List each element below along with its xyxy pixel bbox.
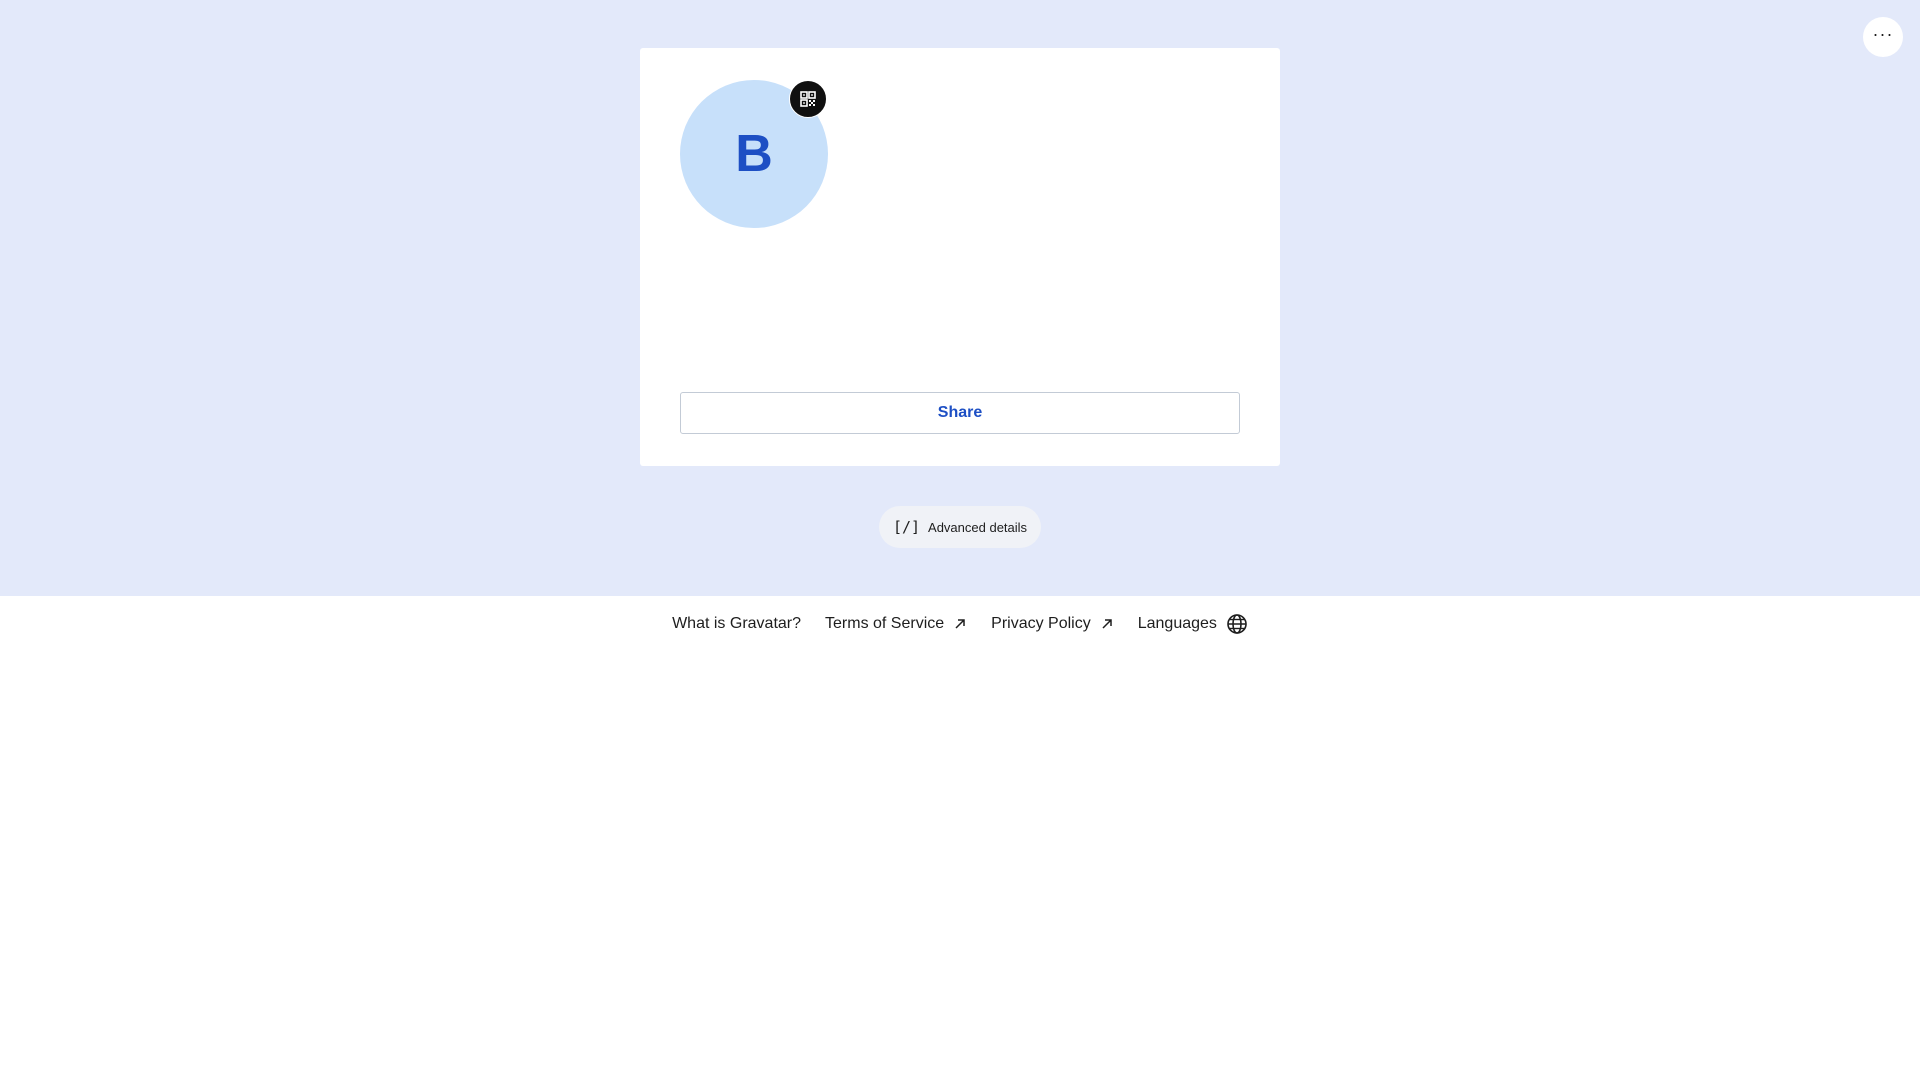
qr-code-button[interactable]: [789, 80, 827, 118]
footer-link-privacy[interactable]: Privacy Policy: [991, 596, 1114, 652]
globe-icon: [1226, 613, 1248, 635]
footer-link-label: Terms of Service: [825, 615, 945, 632]
advanced-details-button[interactable]: [/] Advanced details: [879, 506, 1041, 548]
footer-nav: What is Gravatar? Terms of Service Priva…: [0, 596, 1920, 652]
profile-card: B Share: [640, 48, 1280, 466]
external-arrow-icon: [953, 617, 967, 631]
footer-link-label: What is Gravatar?: [672, 615, 802, 632]
profile-hero: ··· B Share [/] Advanced details: [0, 0, 1920, 596]
external-arrow-icon: [1100, 617, 1114, 631]
footer-link-terms[interactable]: Terms of Service: [825, 596, 967, 652]
code-brackets-icon: [/]: [892, 518, 921, 536]
avatar-initial: B: [735, 125, 773, 183]
advanced-details-label: Advanced details: [928, 519, 1028, 535]
footer-link-label: Privacy Policy: [991, 615, 1091, 632]
more-options-button[interactable]: ···: [1863, 17, 1903, 57]
qr-code-icon: [800, 91, 816, 107]
footer-link-what-is-gravatar[interactable]: What is Gravatar?: [672, 596, 801, 652]
footer-link-languages[interactable]: Languages: [1138, 596, 1248, 652]
more-horizontal-icon: ···: [1872, 24, 1894, 44]
share-button[interactable]: Share: [680, 392, 1240, 434]
footer-link-label: Languages: [1137, 615, 1217, 632]
